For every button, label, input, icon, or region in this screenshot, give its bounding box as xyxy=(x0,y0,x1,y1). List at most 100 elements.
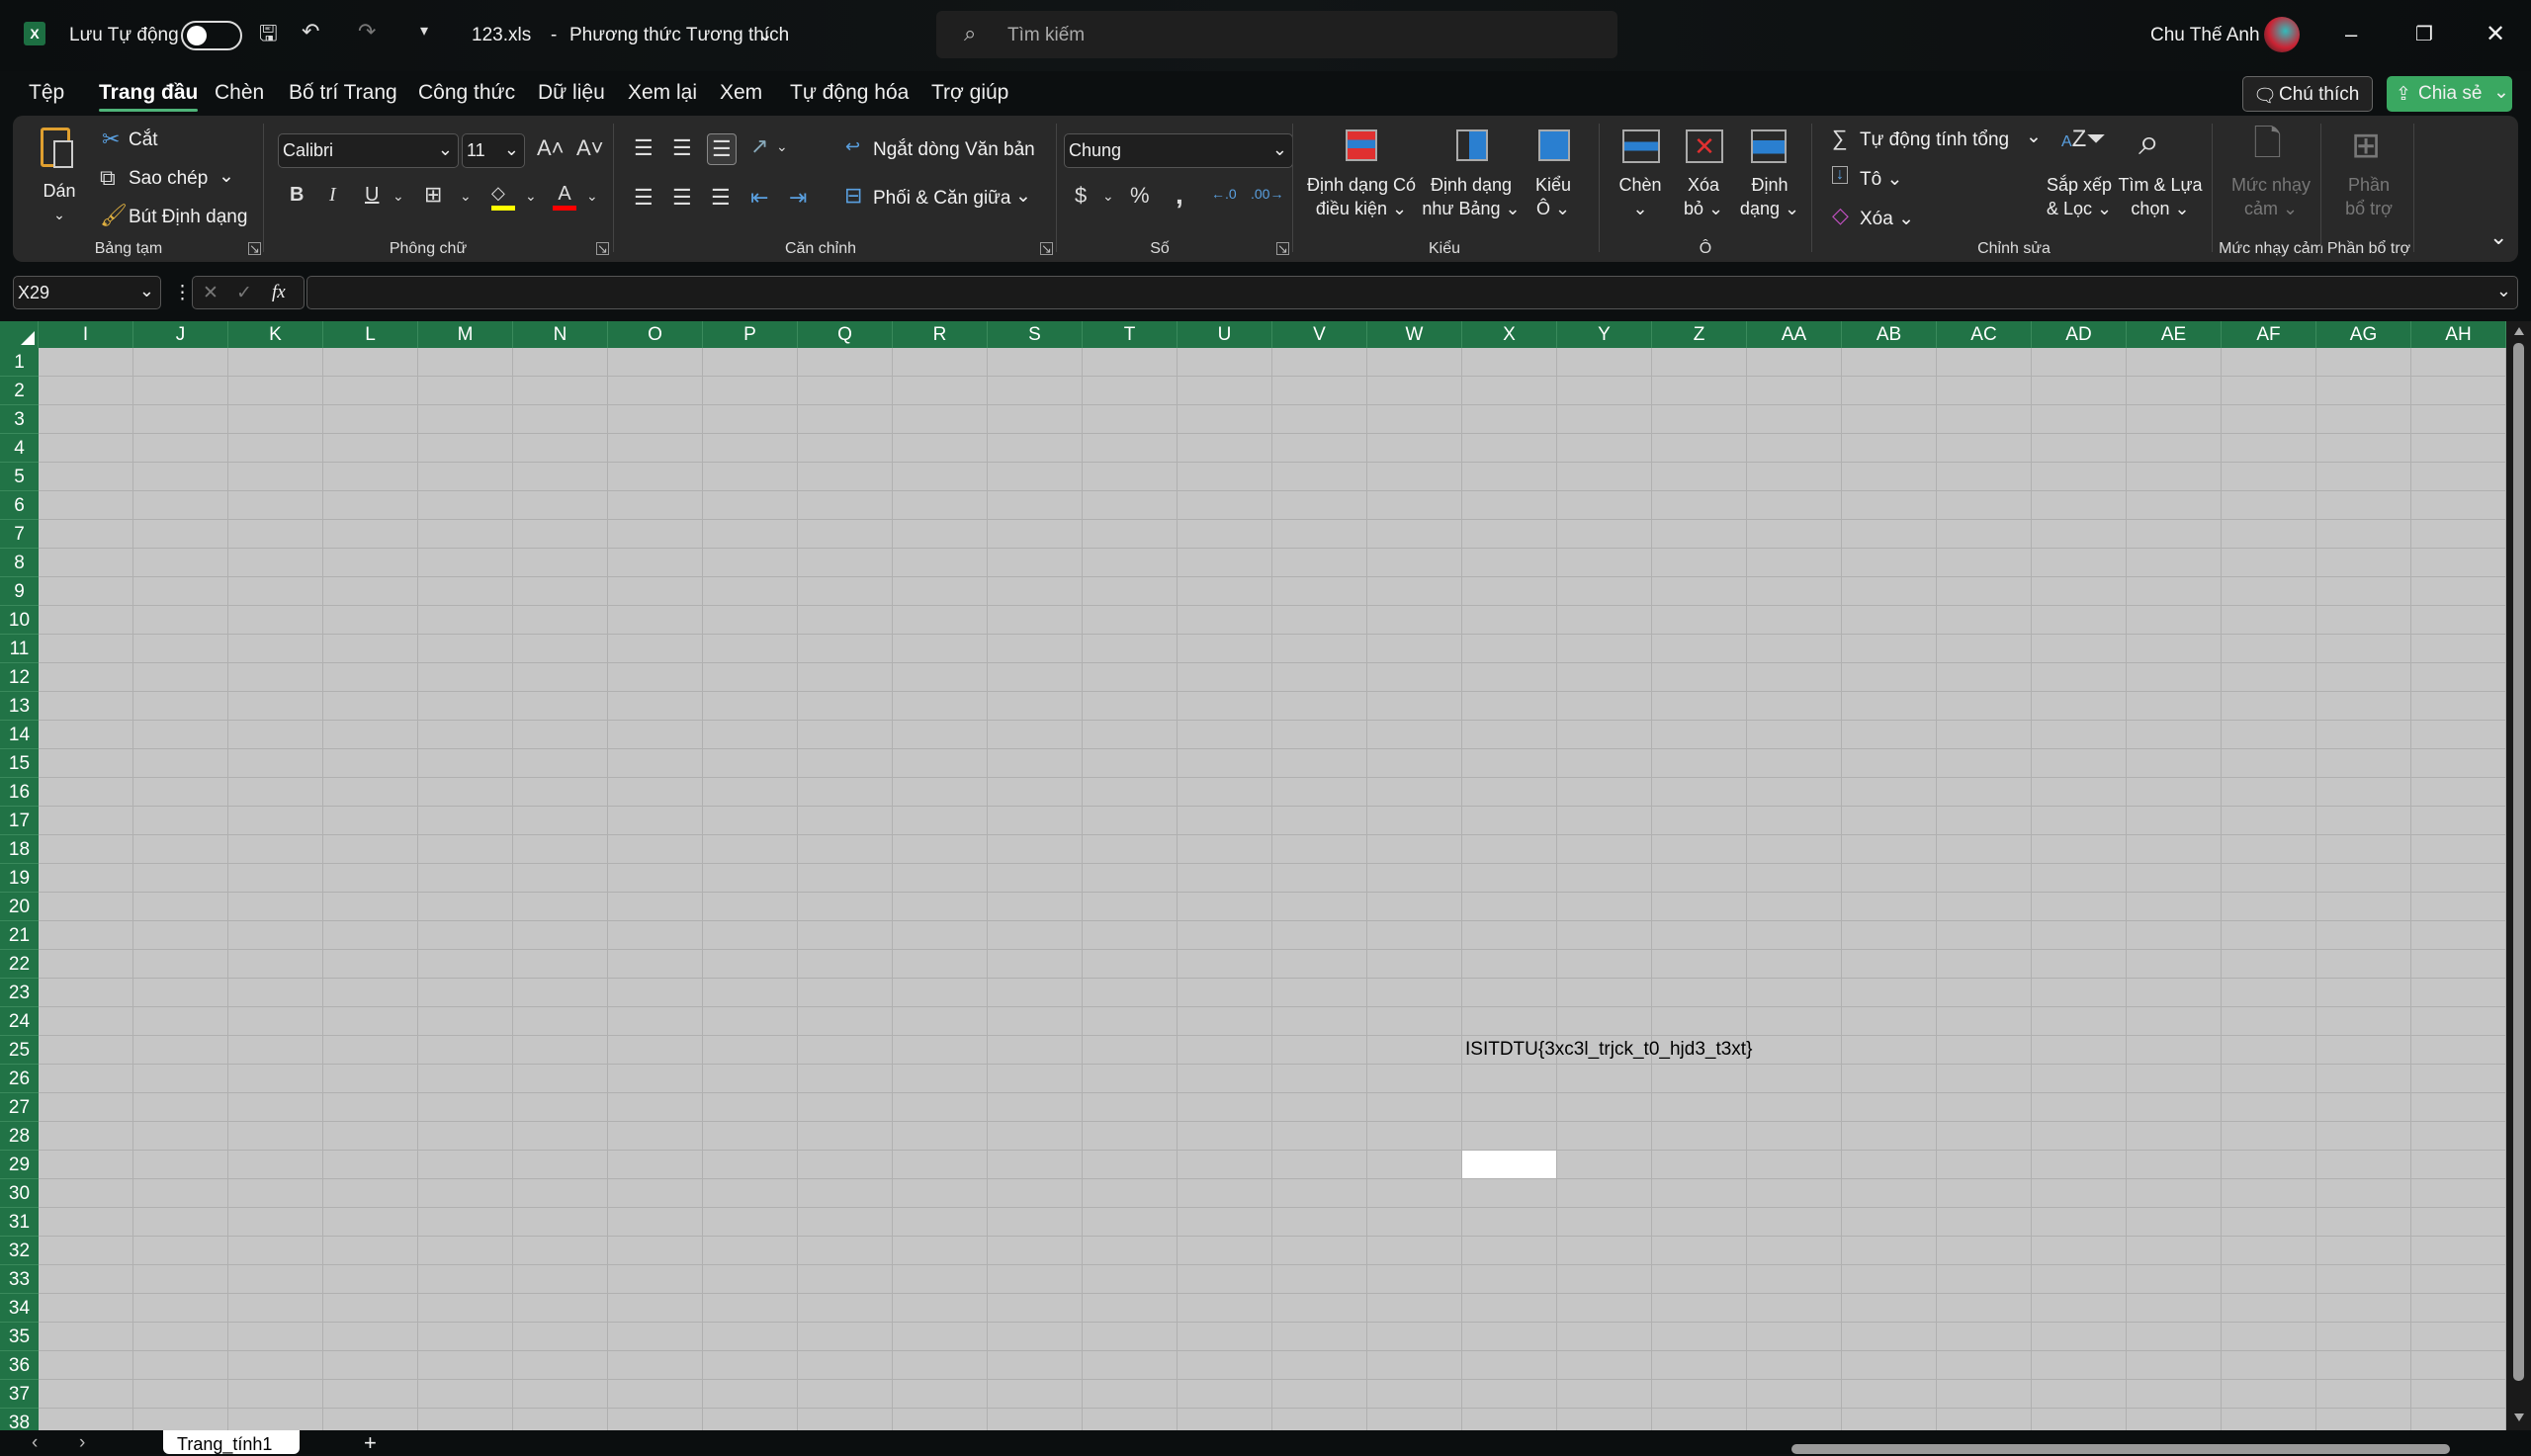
cell-AF31[interactable] xyxy=(2222,1208,2316,1237)
cell-I38[interactable] xyxy=(39,1409,133,1430)
cell-W9[interactable] xyxy=(1367,577,1462,606)
cell-X30[interactable] xyxy=(1462,1179,1557,1208)
cell-AG22[interactable] xyxy=(2316,950,2411,979)
cell-T21[interactable] xyxy=(1083,921,1178,950)
cell-V2[interactable] xyxy=(1272,377,1367,405)
cell-AC19[interactable] xyxy=(1937,864,2032,893)
clear-button[interactable]: Xóa ⌄ xyxy=(1860,208,1914,230)
cell-X11[interactable] xyxy=(1462,635,1557,663)
cell-U14[interactable] xyxy=(1178,721,1272,749)
cell-Q25[interactable] xyxy=(798,1036,893,1065)
align-top-icon[interactable]: ☰ xyxy=(634,137,654,159)
cell-L23[interactable] xyxy=(323,979,418,1007)
cell-L26[interactable] xyxy=(323,1065,418,1093)
cell-AB9[interactable] xyxy=(1842,577,1937,606)
cell-Y12[interactable] xyxy=(1557,663,1652,692)
cell-P11[interactable] xyxy=(703,635,798,663)
cell-X25[interactable]: ISITDTU{3xc3l_trjck_t0_hjd3_t3xt} xyxy=(1462,1036,1752,1065)
cell-Z38[interactable] xyxy=(1652,1409,1747,1430)
cell-J37[interactable] xyxy=(133,1380,228,1409)
cell-AB34[interactable] xyxy=(1842,1294,1937,1323)
cell-AE30[interactable] xyxy=(2127,1179,2222,1208)
font-name-dropdown[interactable]: Calibri ⌄ xyxy=(278,133,459,168)
column-header[interactable]: AD xyxy=(2032,321,2127,348)
cell-Q17[interactable] xyxy=(798,807,893,835)
cell-I22[interactable] xyxy=(39,950,133,979)
column-header[interactable]: J xyxy=(133,321,228,348)
cell-AG9[interactable] xyxy=(2316,577,2411,606)
cell-AG37[interactable] xyxy=(2316,1380,2411,1409)
cell-I3[interactable] xyxy=(39,405,133,434)
cell-P16[interactable] xyxy=(703,778,798,807)
tab-3[interactable]: Bố trí Trang xyxy=(289,81,397,105)
cell-K12[interactable] xyxy=(228,663,323,692)
cell-U13[interactable] xyxy=(1178,692,1272,721)
cell-Y32[interactable] xyxy=(1557,1237,1652,1265)
select-all-button[interactable] xyxy=(0,321,39,348)
cell-AA36[interactable] xyxy=(1747,1351,1842,1380)
cell-N3[interactable] xyxy=(513,405,608,434)
row-header[interactable]: 31 xyxy=(0,1208,39,1237)
cell-Z20[interactable] xyxy=(1652,893,1747,921)
cell-S10[interactable] xyxy=(988,606,1083,635)
cell-AF5[interactable] xyxy=(2222,463,2316,491)
cell-M23[interactable] xyxy=(418,979,513,1007)
cell-I8[interactable] xyxy=(39,549,133,577)
cell-AE16[interactable] xyxy=(2127,778,2222,807)
cell-Y26[interactable] xyxy=(1557,1065,1652,1093)
cell-AC2[interactable] xyxy=(1937,377,2032,405)
chevron-down-icon[interactable]: ⌄ xyxy=(586,189,598,203)
column-header[interactable]: O xyxy=(608,321,703,348)
cell-AG38[interactable] xyxy=(2316,1409,2411,1430)
row-header[interactable]: 34 xyxy=(0,1294,39,1323)
cell-U3[interactable] xyxy=(1178,405,1272,434)
cell-I17[interactable] xyxy=(39,807,133,835)
cell-AC30[interactable] xyxy=(1937,1179,2032,1208)
cell-S22[interactable] xyxy=(988,950,1083,979)
decrease-decimal-icon[interactable]: .00→ xyxy=(1251,187,1283,201)
cell-K35[interactable] xyxy=(228,1323,323,1351)
cell-L19[interactable] xyxy=(323,864,418,893)
cell-W32[interactable] xyxy=(1367,1237,1462,1265)
cell-AG35[interactable] xyxy=(2316,1323,2411,1351)
cell-AF17[interactable] xyxy=(2222,807,2316,835)
cell-W28[interactable] xyxy=(1367,1122,1462,1151)
cell-AB21[interactable] xyxy=(1842,921,1937,950)
cell-U35[interactable] xyxy=(1178,1323,1272,1351)
cell-T8[interactable] xyxy=(1083,549,1178,577)
cell-J35[interactable] xyxy=(133,1323,228,1351)
cell-AC13[interactable] xyxy=(1937,692,2032,721)
cell-Z31[interactable] xyxy=(1652,1208,1747,1237)
cell-U38[interactable] xyxy=(1178,1409,1272,1430)
row-header[interactable]: 6 xyxy=(0,491,39,520)
cell-AB2[interactable] xyxy=(1842,377,1937,405)
cell-AG19[interactable] xyxy=(2316,864,2411,893)
row-header[interactable]: 28 xyxy=(0,1122,39,1151)
cell-K30[interactable] xyxy=(228,1179,323,1208)
cell-P30[interactable] xyxy=(703,1179,798,1208)
cell-AD11[interactable] xyxy=(2032,635,2127,663)
cell-K15[interactable] xyxy=(228,749,323,778)
cell-AD13[interactable] xyxy=(2032,692,2127,721)
insert-function-button[interactable]: fx xyxy=(272,282,286,303)
cell-Q5[interactable] xyxy=(798,463,893,491)
cell-R31[interactable] xyxy=(893,1208,988,1237)
cell-L1[interactable] xyxy=(323,348,418,377)
decrease-indent-icon[interactable]: ⇤ xyxy=(750,187,768,209)
row-header[interactable]: 7 xyxy=(0,520,39,549)
undo-icon[interactable]: ↶ xyxy=(302,21,319,43)
column-header[interactable]: Z xyxy=(1652,321,1747,348)
cell-AD20[interactable] xyxy=(2032,893,2127,921)
cell-J4[interactable] xyxy=(133,434,228,463)
cell-AC33[interactable] xyxy=(1937,1265,2032,1294)
cell-AE38[interactable] xyxy=(2127,1409,2222,1430)
cell-Y36[interactable] xyxy=(1557,1351,1652,1380)
cell-Y2[interactable] xyxy=(1557,377,1652,405)
cell-O31[interactable] xyxy=(608,1208,703,1237)
cell-AD25[interactable] xyxy=(2032,1036,2127,1065)
cell-J24[interactable] xyxy=(133,1007,228,1036)
cell-AH9[interactable] xyxy=(2411,577,2506,606)
cell-J27[interactable] xyxy=(133,1093,228,1122)
cell-M32[interactable] xyxy=(418,1237,513,1265)
cell-V3[interactable] xyxy=(1272,405,1367,434)
